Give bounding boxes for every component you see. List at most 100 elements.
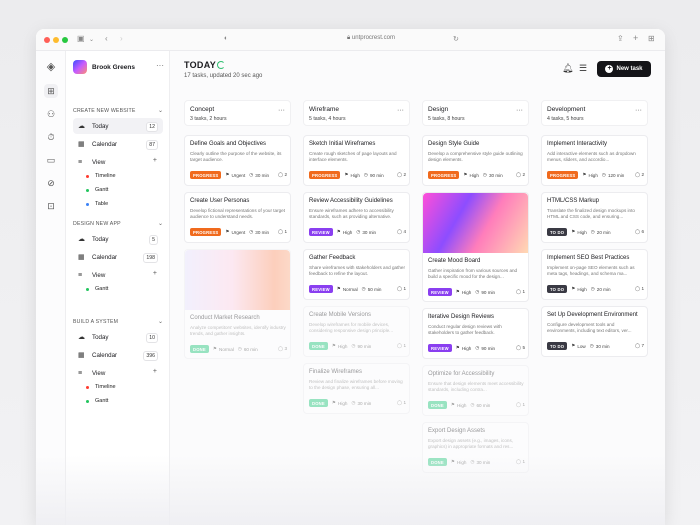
add-view-icon[interactable]: + (153, 368, 157, 375)
inbox-icon[interactable]: ⊡ (44, 199, 58, 213)
flag-icon: ⚑ (450, 459, 456, 464)
flag-icon: ⚑ (331, 343, 337, 348)
add-view-icon[interactable]: + (153, 270, 157, 277)
bell-icon[interactable]: 🔔︎ (562, 63, 573, 74)
chevron-down-icon[interactable]: ⌄ (158, 220, 163, 227)
task-title: Create Mood Board (428, 258, 481, 264)
task-card[interactable]: Iterative Design Reviews Conduct regular … (422, 308, 529, 359)
app-window: ▣ ⌄ ‹ › ◐ 🔒︎ untprocrest.com ↻ ⇪ + ⊞ ◈ ⊞… (36, 29, 665, 525)
grid-icon[interactable]: ⊞ (44, 84, 58, 98)
view-link-gantt[interactable]: Gantt (86, 286, 108, 292)
view-link-table[interactable]: Table (86, 201, 108, 207)
task-meta: PROGRESS ⚑ High ◷ 90 min ◯ 2 (309, 171, 406, 179)
task-card[interactable]: Export Design Assets Export design assets… (422, 422, 529, 473)
task-card[interactable]: Design Style Guide Develop a comprehensiv… (422, 135, 529, 186)
status-badge: PROGRESS (309, 171, 341, 179)
board-main: TODAY 17 tasks, updated 20 sec ago 🔔︎ ☰ … (170, 51, 665, 525)
sidebar-item-calendar[interactable]: ▦ Calendar 396 (73, 347, 163, 363)
forward-icon[interactable]: › (120, 34, 123, 43)
task-card[interactable]: Conduct Market Research Analyze competito… (184, 249, 291, 359)
comment-value: 1 (522, 402, 525, 407)
chevron-down-icon[interactable]: ⌄ (158, 318, 163, 325)
column-menu-icon[interactable]: ··· (635, 107, 642, 114)
task-card[interactable]: Sketch Initial Wireframes Create rough sk… (303, 135, 410, 186)
sidebar-item-view[interactable]: ≡ View + (73, 365, 163, 381)
comment-value: 1 (403, 286, 406, 291)
compass-icon[interactable]: ⊘ (44, 176, 58, 190)
sidebar-item-today[interactable]: ☁ Today 10 (73, 329, 163, 345)
sidebar-item-today[interactable]: ☁ Today 12 (73, 118, 163, 134)
task-card[interactable]: HTML/CSS Markup Translate the finalized d… (541, 192, 648, 243)
address-bar[interactable]: 🔒︎ untprocrest.com (301, 35, 441, 42)
task-card[interactable]: Gather Feedback Share wireframes with sta… (303, 249, 410, 300)
view-link-timeline[interactable]: Timeline (86, 384, 116, 390)
sliders-icon[interactable]: ☰ (579, 63, 587, 74)
task-card[interactable]: Create User Personas Develop fictional re… (184, 192, 291, 243)
comment-count: ◯ 1 (397, 400, 406, 406)
status-badge: TO DO (547, 285, 568, 293)
users-icon[interactable]: ⚇ (44, 107, 58, 121)
task-description: Add interactive elements such as dropdow… (547, 151, 636, 162)
comment-value: 6 (641, 229, 644, 234)
privacy-icon[interactable]: ◐ (224, 35, 228, 42)
column-title: Design (428, 106, 449, 113)
comment-count: ◯ 7 (635, 343, 644, 349)
task-card[interactable]: Set Up Development Environment Configure … (541, 306, 648, 357)
flag-icon: ⚑ (571, 343, 576, 348)
flag-icon: ⚑ (212, 346, 218, 351)
sidebar-item-today[interactable]: ☁ Today 5 (73, 231, 163, 247)
column-title: Development (547, 106, 586, 113)
clock-icon: ◷ (361, 286, 366, 291)
timer-icon[interactable]: ⏱︎ (44, 130, 58, 144)
view-color-dot (86, 287, 89, 291)
view-icon: ≡ (78, 271, 83, 279)
priority-label: High (588, 172, 598, 178)
tab-overview-icon[interactable]: ⊞ (648, 34, 655, 43)
task-card[interactable]: Define Goals and Objectives Clearly outli… (184, 135, 291, 186)
comment-value: 2 (641, 172, 644, 177)
column-menu-icon[interactable]: ··· (278, 107, 285, 114)
clock-icon: ◷ (356, 229, 361, 234)
clock-icon: ◷ (249, 229, 254, 234)
sidebar-toggle-icon[interactable]: ▣ (77, 34, 85, 43)
view-link-gantt[interactable]: Gantt (86, 187, 108, 193)
task-card[interactable]: Create Mood Board Gather inspiration from… (422, 192, 529, 302)
task-card[interactable]: Implement SEO Best Practices Implement on… (541, 249, 648, 300)
reload-icon[interactable]: ↻ (453, 35, 459, 43)
status-badge: DONE (309, 342, 328, 350)
sidebar-item-calendar[interactable]: ▦ Calendar 198 (73, 249, 163, 265)
workspace-switcher[interactable]: Brook Greens (73, 60, 135, 74)
count-badge: 12 (146, 122, 158, 132)
chevron-down-icon[interactable]: ⌄ (158, 107, 163, 114)
sidebar-item-view[interactable]: ≡ View + (73, 267, 163, 283)
task-card[interactable]: Optimize for Accessibility Ensure that de… (422, 365, 529, 416)
add-view-icon[interactable]: + (153, 157, 157, 164)
comment-count: ◯ 1 (516, 459, 525, 465)
minimize-window-button[interactable] (53, 37, 59, 43)
column-menu-icon[interactable]: ··· (397, 107, 404, 114)
comment-value: 3 (284, 346, 287, 351)
chevron-down-icon[interactable]: ⌄ (89, 36, 94, 43)
sidebar-item-view[interactable]: ≡ View + (73, 154, 163, 170)
task-card[interactable]: Create Mobile Versions Develop wireframes… (303, 306, 410, 357)
new-tab-icon[interactable]: + (633, 33, 638, 43)
view-link-gantt[interactable]: Gantt (86, 398, 108, 404)
task-meta: DONE ⚑ High ◷ 30 min ◯ 1 (309, 399, 406, 407)
maximize-window-button[interactable] (62, 37, 68, 43)
task-card[interactable]: Finalize Wireframes Review and finalize w… (303, 363, 410, 414)
close-window-button[interactable] (44, 37, 50, 43)
back-icon[interactable]: ‹ (105, 34, 108, 43)
time-estimate: 60 min (243, 346, 258, 352)
task-card[interactable]: Implement Interactivity Add interactive e… (541, 135, 648, 186)
share-icon[interactable]: ⇪ (617, 34, 624, 43)
sidebar-item-calendar[interactable]: ▦ Calendar 87 (73, 136, 163, 152)
sidebar-item-label: View (92, 369, 106, 377)
comment-count: ◯ 1 (516, 402, 525, 408)
view-link-timeline[interactable]: Timeline (86, 173, 116, 179)
task-card[interactable]: Review Accessibility Guidelines Ensure wi… (303, 192, 410, 243)
folder-icon[interactable]: ▭ (44, 153, 58, 167)
task-title: Conduct Market Research (190, 315, 260, 321)
column-menu-icon[interactable]: ··· (516, 107, 523, 114)
more-icon[interactable]: ··· (156, 61, 164, 70)
new-task-button[interactable]: + New task (597, 61, 651, 77)
